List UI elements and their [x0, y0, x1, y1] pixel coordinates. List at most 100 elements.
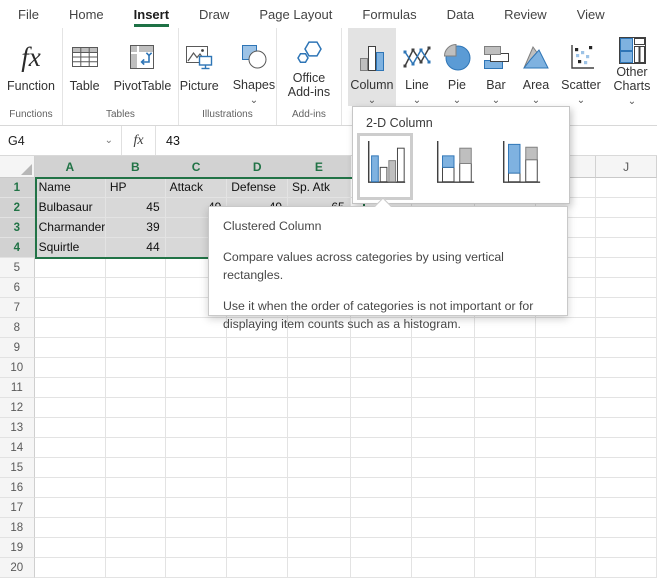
cell-A15[interactable] [34, 458, 106, 478]
column-chart-button[interactable]: Column ⌄ [347, 28, 396, 106]
cell-I15[interactable] [535, 458, 597, 478]
row-header-12[interactable]: 12 [0, 398, 35, 418]
cell-J10[interactable] [596, 358, 657, 378]
cell-H14[interactable] [474, 438, 536, 458]
cell-A5[interactable] [34, 258, 106, 278]
row-header-8[interactable]: 8 [0, 318, 35, 338]
column-header-A[interactable]: A [34, 156, 106, 178]
cell-A20[interactable] [34, 558, 106, 578]
cell-I13[interactable] [535, 418, 597, 438]
cell-J2[interactable] [596, 198, 657, 218]
cell-A6[interactable] [34, 278, 106, 298]
row-header-5[interactable]: 5 [0, 258, 35, 278]
cell-H17[interactable] [474, 498, 536, 518]
cell-G17[interactable] [412, 498, 475, 518]
pivot-table-button[interactable]: PivotTable [107, 28, 179, 106]
name-box[interactable]: G4 ⌄ [0, 126, 122, 155]
row-header-15[interactable]: 15 [0, 458, 35, 478]
tab-page-layout[interactable]: Page Layout [259, 0, 332, 28]
cell-B4[interactable]: 44 [105, 238, 166, 258]
cell-I17[interactable] [535, 498, 597, 518]
cell-J6[interactable] [596, 278, 657, 298]
cell-F16[interactable] [350, 478, 413, 498]
cell-B8[interactable] [105, 318, 166, 338]
cell-A16[interactable] [34, 478, 106, 498]
cell-A19[interactable] [34, 538, 106, 558]
chart-option-100-stacked-column[interactable] [495, 138, 545, 195]
row-header-3[interactable]: 3 [0, 218, 35, 238]
cell-A17[interactable] [34, 498, 106, 518]
cell-A14[interactable] [34, 438, 106, 458]
cell-I9[interactable] [535, 338, 597, 358]
cell-J11[interactable] [596, 378, 657, 398]
row-header-20[interactable]: 20 [0, 558, 35, 578]
cell-G16[interactable] [412, 478, 475, 498]
column-header-C[interactable]: C [165, 156, 228, 178]
cell-G10[interactable] [412, 358, 475, 378]
cell-E15[interactable] [287, 458, 351, 478]
cell-C18[interactable] [165, 518, 228, 538]
tab-insert[interactable]: Insert [133, 0, 170, 28]
cell-F15[interactable] [350, 458, 413, 478]
cell-A8[interactable] [34, 318, 106, 338]
cell-G14[interactable] [412, 438, 475, 458]
cell-I20[interactable] [535, 558, 597, 578]
row-header-2[interactable]: 2 [0, 198, 35, 218]
cell-H13[interactable] [474, 418, 536, 438]
cell-H18[interactable] [474, 518, 536, 538]
cell-C13[interactable] [165, 418, 228, 438]
cell-B13[interactable] [105, 418, 166, 438]
row-header-18[interactable]: 18 [0, 518, 35, 538]
cell-E20[interactable] [287, 558, 351, 578]
cell-F19[interactable] [350, 538, 413, 558]
cell-J3[interactable] [596, 218, 657, 238]
row-header-4[interactable]: 4 [0, 238, 35, 258]
cell-F17[interactable] [350, 498, 413, 518]
cell-C14[interactable] [165, 438, 228, 458]
cell-B20[interactable] [105, 558, 166, 578]
cell-D13[interactable] [227, 418, 288, 438]
cell-E10[interactable] [287, 358, 351, 378]
cell-J8[interactable] [596, 318, 657, 338]
row-header-7[interactable]: 7 [0, 298, 35, 318]
cell-E16[interactable] [287, 478, 351, 498]
cell-D1[interactable]: Defense [227, 178, 288, 198]
cell-D15[interactable] [227, 458, 288, 478]
pie-chart-button[interactable]: Pie ⌄ [438, 28, 476, 106]
cell-F12[interactable] [350, 398, 413, 418]
cell-I19[interactable] [535, 538, 597, 558]
cell-A13[interactable] [34, 418, 106, 438]
cell-G15[interactable] [412, 458, 475, 478]
cell-I16[interactable] [535, 478, 597, 498]
select-all-button[interactable] [0, 156, 35, 178]
cell-H20[interactable] [474, 558, 536, 578]
cell-J18[interactable] [596, 518, 657, 538]
tab-file[interactable]: File [18, 0, 39, 28]
cell-B16[interactable] [105, 478, 166, 498]
cell-A11[interactable] [34, 378, 106, 398]
cell-C10[interactable] [165, 358, 228, 378]
cell-E19[interactable] [287, 538, 351, 558]
table-button[interactable]: Table [63, 28, 107, 106]
cell-A7[interactable] [34, 298, 106, 318]
cell-B18[interactable] [105, 518, 166, 538]
cell-J19[interactable] [596, 538, 657, 558]
cell-J17[interactable] [596, 498, 657, 518]
cell-D11[interactable] [227, 378, 288, 398]
cell-I18[interactable] [535, 518, 597, 538]
cell-D14[interactable] [227, 438, 288, 458]
row-header-11[interactable]: 11 [0, 378, 35, 398]
cell-B2[interactable]: 45 [105, 198, 166, 218]
cell-H15[interactable] [474, 458, 536, 478]
cell-A3[interactable]: Charmander [34, 218, 106, 238]
cell-C8[interactable] [165, 318, 228, 338]
cell-C12[interactable] [165, 398, 228, 418]
cell-F9[interactable] [350, 338, 413, 358]
other-charts-button[interactable]: Other Charts ⌄ [606, 28, 657, 107]
cell-G19[interactable] [412, 538, 475, 558]
cell-E9[interactable] [287, 338, 351, 358]
column-header-D[interactable]: D [227, 156, 289, 178]
cell-A12[interactable] [34, 398, 106, 418]
cell-C17[interactable] [165, 498, 228, 518]
cell-E13[interactable] [287, 418, 351, 438]
